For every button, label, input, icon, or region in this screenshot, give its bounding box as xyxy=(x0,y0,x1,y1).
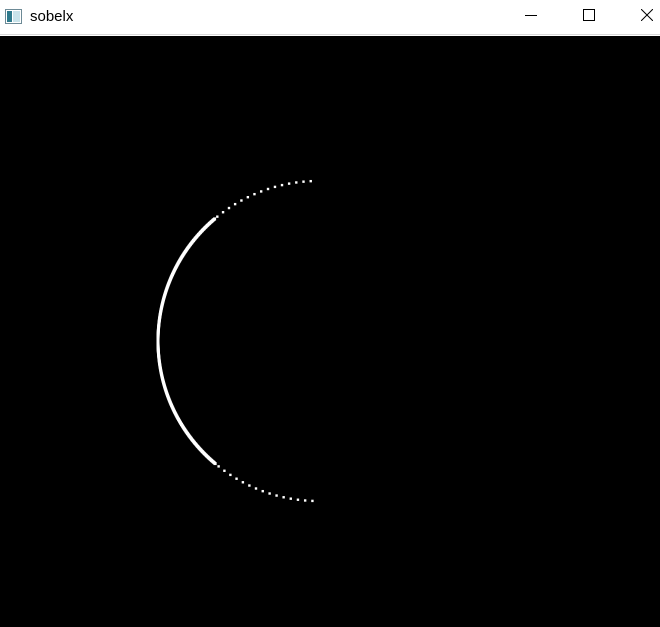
edge-pixel xyxy=(295,181,298,184)
image-canvas xyxy=(0,36,660,627)
edge-pixel xyxy=(235,477,238,480)
edge-pixel xyxy=(241,481,245,484)
edge-pixel xyxy=(246,195,250,199)
edge-pixel xyxy=(233,202,237,206)
edge-pixel xyxy=(216,215,219,218)
maximize-icon xyxy=(583,8,595,26)
edge-pixel xyxy=(240,199,243,202)
edge-pixel xyxy=(275,494,278,497)
app-window: sobelx xyxy=(0,0,660,627)
edge-pixel xyxy=(266,187,270,191)
sobel-edge-image xyxy=(156,179,314,503)
edge-pixel xyxy=(227,206,231,210)
edge-pixel xyxy=(280,183,284,187)
edge-pixel xyxy=(261,489,264,493)
edge-pixel xyxy=(213,217,217,221)
window-title: sobelx xyxy=(30,8,74,25)
edge-pixel xyxy=(217,465,220,468)
edge-pixel xyxy=(273,185,277,189)
edge-pixel xyxy=(309,179,312,183)
edge-pixel xyxy=(229,473,232,477)
edge-pixel xyxy=(248,484,251,487)
edge-pixel xyxy=(302,180,305,183)
edge-pixel xyxy=(259,190,263,193)
edge-arc xyxy=(156,179,314,503)
minimize-button[interactable] xyxy=(508,0,554,34)
edge-pixel xyxy=(311,499,314,503)
app-window-icon xyxy=(5,9,22,24)
edge-pixel xyxy=(268,492,271,495)
edge-pixel xyxy=(282,496,285,499)
close-icon xyxy=(640,8,654,26)
edge-pixel xyxy=(253,192,256,196)
title-bar[interactable]: sobelx xyxy=(0,0,660,35)
edge-pixel xyxy=(296,498,300,501)
edge-pixel xyxy=(254,487,258,490)
edge-pixel xyxy=(287,182,291,185)
edge-pixel xyxy=(221,211,225,214)
edge-pixel xyxy=(223,469,226,472)
maximize-button[interactable] xyxy=(566,0,612,34)
edge-pixel xyxy=(303,499,307,502)
edge-pixel xyxy=(289,497,292,500)
close-button[interactable] xyxy=(624,0,660,34)
minimize-icon xyxy=(525,8,537,26)
